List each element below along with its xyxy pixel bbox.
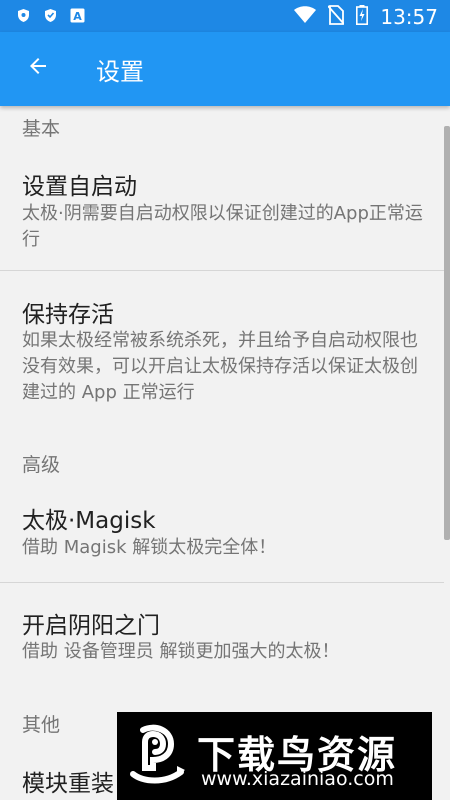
- pref-title: 保持存活: [22, 302, 114, 328]
- bird-logo-icon: [125, 720, 189, 792]
- pref-summary: 太极·阴需要自启动权限以保证创建过的App正常运行: [22, 203, 423, 250]
- watermark-url: www.xiazainiao.com: [201, 768, 394, 790]
- pref-keep-alive[interactable]: 保持存活 如果太极经常被系统杀死，并且给予自启动权限也没有效果，可以开启让太极保…: [0, 271, 444, 416]
- a-box-icon: A: [70, 8, 85, 23]
- app-bar: 设置: [0, 32, 450, 106]
- category-other: 其他: [22, 714, 61, 736]
- pref-title: 模块重装: [22, 771, 114, 797]
- status-bar-left-icons: A: [16, 8, 85, 23]
- pref-yinyang-gate[interactable]: 开启阴阳之门 借助 设备管理员 解锁更加强大的太极！: [0, 583, 444, 683]
- pref-summary: 如果太极经常被系统杀死，并且给予自启动权限也没有效果，可以开启让太极保持存活以保…: [22, 330, 418, 403]
- shield-icon: [16, 8, 31, 23]
- pref-autostart[interactable]: 设置自启动 太极·阴需要自启动权限以保证创建过的App正常运行: [0, 152, 444, 270]
- category-advanced: 高级: [22, 454, 61, 476]
- pref-title: 开启阴阳之门: [22, 613, 160, 639]
- status-bar-right: 13:57: [294, 5, 438, 29]
- status-bar: A 13:57: [0, 0, 450, 32]
- category-basic: 基本: [22, 118, 61, 140]
- back-button[interactable]: [20, 50, 56, 86]
- settings-list: 基本 设置自启动 太极·阴需要自启动权限以保证创建过的App正常运行 保持存活 …: [0, 106, 450, 800]
- pref-title: 太极·Magisk: [22, 508, 156, 534]
- scrollbar[interactable]: [444, 126, 450, 540]
- arrow-back-icon: [26, 54, 50, 82]
- no-sim-icon: [327, 5, 346, 29]
- page-title: 设置: [96, 58, 144, 86]
- shield-icon: [43, 8, 58, 23]
- pref-summary: 借助 Magisk 解锁太极完全体！: [22, 537, 277, 558]
- wifi-icon: [294, 6, 317, 28]
- battery-charging-icon: [356, 5, 369, 29]
- watermark-banner: 下载鸟资源 www.xiazainiao.com: [117, 712, 432, 800]
- pref-summary: 借助 设备管理员 解锁更加强大的太极！: [22, 641, 340, 662]
- pref-title: 设置自启动: [22, 174, 137, 200]
- pref-taichi-magisk[interactable]: 太极·Magisk 借助 Magisk 解锁太极完全体！: [0, 484, 444, 582]
- status-time: 13:57: [380, 5, 438, 29]
- svg-text:A: A: [73, 10, 82, 23]
